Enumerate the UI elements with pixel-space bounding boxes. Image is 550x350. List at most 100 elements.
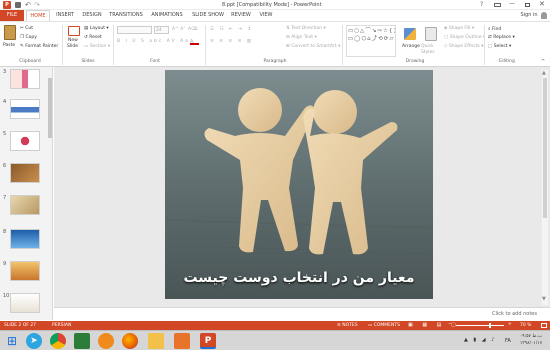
collapse-ribbon-icon[interactable]: ^ [541, 59, 545, 65]
restore-button[interactable] [525, 3, 530, 7]
zoom-slider[interactable] [456, 323, 504, 328]
drawing-group-label: Drawing [405, 59, 425, 64]
editor-scrollbar[interactable]: ▲ ▼ [542, 70, 548, 305]
tray-icons[interactable]: ▲ ▮ ◢ ♪ [464, 337, 496, 343]
font-group-label: Font [150, 59, 160, 64]
slide-thumbnail[interactable] [10, 261, 40, 281]
align-text-button[interactable]: ⊟ Align Text ▾ [286, 35, 317, 40]
slide-thumbnail[interactable] [10, 293, 40, 313]
divider [484, 25, 485, 65]
arrange-icon[interactable] [404, 28, 416, 40]
slide-thumbnail[interactable] [10, 99, 40, 119]
slide-thumbnail[interactable] [10, 131, 40, 151]
powerpoint-logo-icon: P [3, 1, 11, 9]
comments-button[interactable]: ▭ COMMENTS [368, 323, 400, 328]
tab-file[interactable]: FILE [0, 10, 24, 21]
notes-placeholder[interactable]: Click to add notes [492, 311, 537, 317]
zoom-in-button[interactable]: + [508, 322, 512, 327]
language-indicator[interactable]: PERSIAN [52, 323, 71, 328]
media-player-icon[interactable] [98, 333, 114, 349]
chrome-icon[interactable] [50, 333, 66, 349]
tab-home[interactable]: HOME [26, 10, 50, 21]
ribbon-tabs: FILE HOME INSERT DESIGN TRANSITIONS ANIM… [0, 10, 550, 21]
firefox-icon[interactable] [122, 333, 138, 349]
redo-icon[interactable]: ↷ [34, 1, 40, 9]
slide-canvas[interactable]: معیار من در انتخاب دوست چیست [165, 70, 433, 299]
cut-button[interactable]: ✂ Cut [20, 26, 33, 31]
tab-transitions[interactable]: TRANSITIONS [107, 10, 145, 21]
font-size-select[interactable]: 24 [154, 26, 169, 34]
new-slide-icon[interactable] [68, 26, 80, 36]
minimize-button[interactable]: — [509, 0, 515, 7]
scroll-thumb[interactable] [543, 78, 547, 218]
tab-animations[interactable]: ANIMATIONS [148, 10, 186, 21]
grow-font-button[interactable]: A^ A˅ [172, 27, 186, 32]
tab-insert[interactable]: INSERT [53, 10, 77, 21]
format-painter-button[interactable]: ✎ Format Painter [20, 44, 58, 49]
scroll-thumb[interactable] [48, 78, 52, 138]
quick-styles-button[interactable]: Quick Styles [421, 44, 443, 56]
scroll-up-icon[interactable]: ▲ [542, 70, 546, 76]
undo-icon[interactable]: ↶ [25, 1, 31, 9]
slide-thumbnail[interactable] [10, 229, 40, 249]
powerpoint-taskbar-icon[interactable]: P [200, 333, 216, 349]
text-direction-label: Text Direction [291, 26, 323, 31]
zoom-slider-handle[interactable] [489, 323, 491, 328]
tab-slide-show[interactable]: SLIDE SHOW [190, 10, 226, 21]
media-icon[interactable] [174, 333, 190, 349]
help-button[interactable]: ? [480, 1, 483, 8]
tab-view[interactable]: VIEW [256, 10, 276, 21]
font-size-value: 24 [156, 28, 162, 33]
reset-button[interactable]: ↺ Reset [84, 35, 102, 40]
slide-thumbnail[interactable] [10, 163, 40, 183]
list-buttons[interactable]: ☰ ☷ ⇤ ⇥ ↕ [210, 27, 253, 32]
new-slide-button[interactable]: New [68, 38, 78, 43]
shape-outline-button[interactable]: ▢ Shape Outline ▾ [444, 35, 485, 40]
clock-date[interactable]: ۱۳۹۸/۰۱/۱۷ [515, 341, 547, 346]
arrange-button[interactable]: Arrange [402, 44, 420, 49]
quick-styles-icon[interactable] [425, 27, 437, 41]
font-family-select[interactable] [117, 26, 152, 34]
font-style-buttons[interactable]: B I U S abc AV Aa [117, 39, 190, 44]
start-button[interactable]: ⊞ [4, 333, 20, 349]
shape-fill-button[interactable]: ◈ Shape Fill ▾ [444, 26, 474, 31]
convert-smartart-button[interactable]: ⊞ Convert to SmartArt ▾ [286, 44, 340, 49]
clock-time[interactable]: ۰۹:۵۷ ب.ظ [515, 334, 547, 339]
ribbon-display-icon[interactable] [494, 3, 501, 7]
alignment-buttons[interactable]: ≡ ≡ ≡ ≡ ▥ [210, 39, 253, 44]
new-slide-button-line2[interactable]: Slide [67, 44, 78, 49]
scroll-down-icon[interactable]: ▼ [542, 296, 546, 302]
tab-review[interactable]: REVIEW [229, 10, 253, 21]
replace-button[interactable]: ⇄ Replace ▾ [488, 35, 515, 40]
paragraph-group-label: Paragraph [263, 59, 287, 64]
paste-icon[interactable] [4, 25, 16, 40]
find-button[interactable]: ⌕ Find [488, 26, 501, 32]
slide-thumbnail[interactable] [10, 195, 40, 215]
slide-caption[interactable]: معیار من در انتخاب دوست چیست [165, 270, 433, 286]
notes-pane[interactable]: Click to add notes [54, 307, 550, 320]
paste-button[interactable]: Paste [3, 43, 15, 48]
save-icon[interactable] [15, 2, 21, 8]
thumbnail-scrollbar[interactable] [48, 70, 53, 318]
font-color-button[interactable]: A [190, 39, 199, 45]
file-explorer-icon[interactable] [148, 333, 164, 349]
network-app-icon[interactable] [74, 333, 90, 349]
zoom-level[interactable]: 70 % [520, 323, 531, 328]
layout-button[interactable]: ▤ Layout ▾ [84, 26, 109, 31]
fit-slide-icon[interactable] [541, 323, 547, 328]
slide-thumbnail[interactable] [10, 69, 40, 89]
select-button[interactable]: ⬚ Select ▾ [488, 44, 511, 49]
section-button[interactable]: ▭ Section ▾ [84, 44, 110, 49]
shapes-gallery[interactable]: ▭○△⌒↘⇨☆{}▭◯⬡⌂⤴⟲⟳▱☐⬠⭘⬭▷◁⌓⬯⌬ [346, 25, 396, 57]
copy-button[interactable]: ❐ Copy [20, 35, 37, 40]
shape-effects-button[interactable]: ◇ Shape Effects ▾ [444, 44, 483, 49]
notes-button[interactable]: ≡ NOTES [337, 323, 358, 328]
zoom-out-button[interactable]: − [448, 322, 452, 327]
text-direction-button[interactable]: ⇅ Text Direction ▾ [286, 26, 326, 31]
clear-format-button[interactable]: A⌫ [188, 27, 197, 32]
telegram-icon[interactable]: ➤ [26, 333, 42, 349]
close-button[interactable]: ✕ [539, 0, 545, 8]
tab-design[interactable]: DESIGN [80, 10, 104, 21]
sign-in-link[interactable]: Sign in [518, 10, 540, 21]
language-switch[interactable]: FA [505, 338, 511, 344]
